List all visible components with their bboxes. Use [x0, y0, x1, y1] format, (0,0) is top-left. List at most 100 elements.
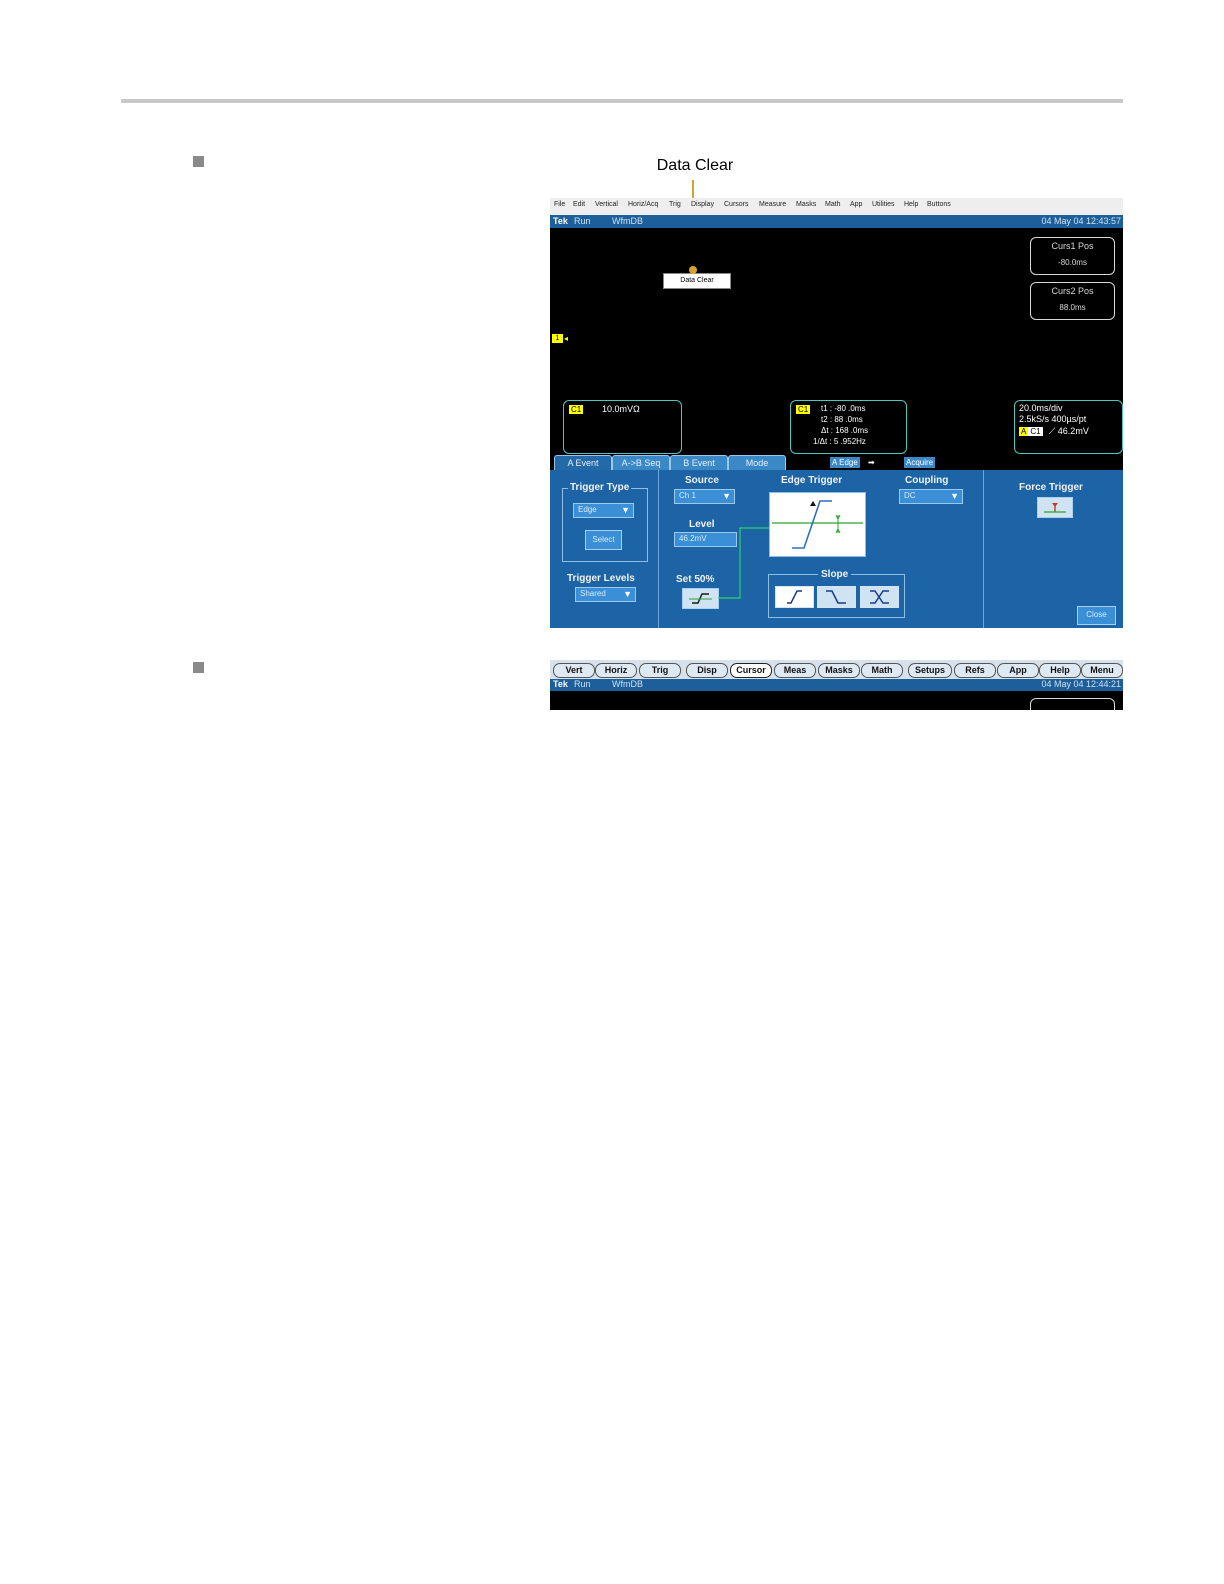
button-toolbar: Vert Horiz Trig Disp Cursor Meas Masks M…: [550, 660, 1123, 679]
trigger-levels-dropdown[interactable]: Shared ▼: [575, 587, 636, 602]
source-label: Source: [685, 475, 719, 486]
toolbar-horiz-button[interactable]: Horiz: [595, 663, 637, 678]
tab-a-b-seq[interactable]: A->B Seq: [612, 455, 670, 471]
select-button[interactable]: Select: [585, 530, 622, 550]
acq-mode: WfmDB: [612, 216, 643, 226]
curs1-readout[interactable]: Curs1 Pos -80.0ms: [1030, 237, 1115, 275]
toolbar-masks-button[interactable]: Masks: [818, 663, 860, 678]
datetime: 04 May 04 12:44:21: [1041, 679, 1121, 689]
trigger-type-dropdown[interactable]: Edge ▼: [573, 503, 634, 518]
menu-math[interactable]: Math: [825, 201, 841, 208]
menu-buttons[interactable]: Buttons: [927, 201, 951, 208]
slope-falling-button[interactable]: [817, 586, 856, 608]
dropdown-arrow-icon: ▼: [950, 491, 959, 501]
trigger-levels-value: Shared: [580, 589, 606, 598]
menu-help[interactable]: Help: [904, 201, 918, 208]
rising-edge-icon: [772, 500, 863, 549]
falling-slope-icon: [826, 590, 846, 604]
slope-either-button[interactable]: [860, 586, 899, 608]
callout-dot: [689, 266, 697, 274]
horizontal-readout-box[interactable]: 20.0ms/div 2.5kS/s 400µs/pt A C1 ⟋ 46.2mV: [1014, 400, 1123, 454]
menu-trig[interactable]: Trig: [669, 201, 681, 208]
curs1-value: -80.0ms: [1058, 258, 1087, 267]
set-50-label: Set 50%: [676, 574, 715, 585]
source-value: Ch 1: [679, 491, 696, 500]
menu-bar: File Edit Vertical Horiz/Acq Trig Displa…: [550, 198, 1123, 216]
toolbar-menu-button[interactable]: Menu: [1081, 663, 1123, 678]
time-per-div: 20.0ms/div: [1019, 403, 1063, 413]
channel-scale: 10.0mVΩ: [602, 404, 640, 414]
datetime: 04 May 04 12:43:57: [1041, 216, 1121, 226]
menu-cursors[interactable]: Cursors: [724, 201, 749, 208]
coupling-dropdown[interactable]: DC ▼: [899, 489, 963, 504]
toolbar-trig-button[interactable]: Trig: [639, 663, 681, 678]
acq-mode: WfmDB: [612, 679, 643, 689]
menu-measure[interactable]: Measure: [759, 201, 786, 208]
menu-app[interactable]: App: [850, 201, 862, 208]
menu-utilities[interactable]: Utilities: [872, 201, 895, 208]
menu-file[interactable]: File: [554, 201, 565, 208]
menu-edit[interactable]: Edit: [573, 201, 585, 208]
either-slope-icon: [870, 590, 889, 604]
curs2-value: 88.0ms: [1059, 303, 1086, 312]
oscilloscope-screen-2: Vert Horiz Trig Disp Cursor Meas Masks M…: [550, 660, 1123, 710]
slope-rising-button[interactable]: [775, 586, 814, 608]
coupling-value: DC: [904, 491, 916, 500]
force-trigger-button[interactable]: [1037, 497, 1073, 518]
channel-tag: C1: [569, 405, 584, 414]
toolbar-app-button[interactable]: App: [997, 663, 1039, 678]
cursor-t1: t1 : -80 .0ms: [821, 404, 866, 413]
channel-arrow-icon: ◂: [564, 334, 569, 343]
force-trigger-label: Force Trigger: [1019, 482, 1083, 493]
menu-display[interactable]: Display: [691, 201, 714, 208]
trigger-levels-label: Trigger Levels: [567, 573, 635, 584]
edge-trigger-diagram: [769, 492, 866, 557]
dropdown-arrow-icon: ▼: [623, 589, 632, 599]
source-dropdown[interactable]: Ch 1 ▼: [674, 489, 735, 504]
curs2-readout[interactable]: Curs2 Pos 88.0ms: [1030, 282, 1115, 320]
set-50-button[interactable]: [682, 588, 719, 609]
dropdown-arrow-icon: ▼: [722, 491, 731, 501]
trigger-type-group: [562, 488, 648, 562]
status-bar: Tek Run WfmDB 04 May 04 12:43:57: [550, 215, 1123, 228]
toolbar-cursor-button[interactable]: Cursor: [730, 663, 772, 678]
tab-a-event[interactable]: A Event: [554, 455, 612, 471]
close-button[interactable]: Close: [1077, 606, 1116, 625]
cursor-t2: t2 : 88 .0ms: [821, 415, 863, 424]
toolbar-disp-button[interactable]: Disp: [686, 663, 728, 678]
coupling-label: Coupling: [905, 475, 949, 486]
tab-b-event[interactable]: B Event: [670, 455, 728, 471]
cursor-delta: Δt : 168 .0ms: [821, 426, 869, 435]
toolbar-meas-button[interactable]: Meas: [774, 663, 816, 678]
channel-1-marker[interactable]: 1: [552, 334, 563, 343]
level-label: Level: [689, 519, 715, 530]
sample-rate: 2.5kS/s 400µs/pt: [1019, 414, 1087, 424]
curs1-title: Curs1 Pos: [1051, 241, 1094, 251]
toolbar-refs-button[interactable]: Refs: [954, 663, 996, 678]
toolbar-help-button[interactable]: Help: [1039, 663, 1081, 678]
data-clear-button[interactable]: Data Clear: [663, 273, 731, 289]
trigger-a-tag: A: [1019, 427, 1029, 436]
toolbar-setups-button[interactable]: Setups: [908, 663, 952, 678]
trigger-type-label: Trigger Type: [568, 482, 632, 493]
toolbar-math-button[interactable]: Math: [861, 663, 903, 678]
bullet-1: [193, 156, 204, 167]
cursor-readout-box[interactable]: C1 t1 : -80 .0ms t2 : 88 .0ms Δt : 168 .…: [790, 400, 907, 454]
trigger-level-readout: ⟋ 46.2mV: [1049, 426, 1089, 436]
panel-separator: [658, 470, 659, 628]
edge-trigger-label: Edge Trigger: [781, 475, 843, 486]
menu-masks[interactable]: Masks: [796, 201, 816, 208]
cursor-freq: 1/Δt : 5 .952Hz: [813, 437, 866, 446]
curs1-readout-partial[interactable]: [1030, 698, 1115, 710]
menu-horiz-acq[interactable]: Horiz/Acq: [628, 201, 658, 208]
acquire-tag: Acquire: [904, 457, 936, 468]
bullet-2: [193, 662, 204, 673]
dropdown-arrow-icon: ▼: [621, 505, 630, 515]
tab-mode[interactable]: Mode: [728, 455, 786, 471]
menu-vertical[interactable]: Vertical: [595, 201, 618, 208]
brand-label: Tek: [553, 679, 568, 689]
trigger-type-value: Edge: [578, 505, 597, 514]
trigger-source-tag: C1: [1028, 427, 1043, 436]
toolbar-vert-button[interactable]: Vert: [553, 663, 595, 678]
channel-readout-box[interactable]: C1 10.0mVΩ: [563, 400, 682, 454]
